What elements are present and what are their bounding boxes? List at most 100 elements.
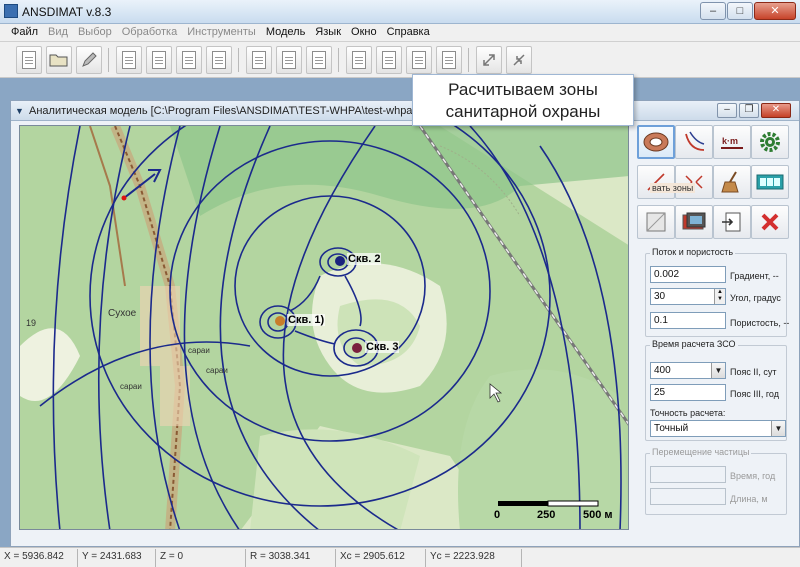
menu-tools[interactable]: Инструменты	[182, 24, 261, 41]
menu-view[interactable]: Вид	[43, 24, 73, 41]
menu-select[interactable]: Выбор	[73, 24, 117, 41]
new-file-icon	[22, 51, 36, 69]
child-minimize-button[interactable]: –	[717, 103, 737, 118]
particle-track-tool[interactable]	[637, 165, 675, 199]
well-3-marker[interactable]	[352, 343, 362, 353]
angle-spinner[interactable]: ▲ ▼	[714, 289, 725, 304]
doc-tool-9-button[interactable]	[376, 46, 402, 74]
doc-tool-10-button[interactable]	[436, 46, 462, 74]
status-bar: X = 5936.842 Y = 2431.683 Z = 0 R = 3038…	[0, 547, 800, 567]
calc-zones-label: вать зоны	[650, 183, 696, 193]
svg-text:k·m: k·m	[722, 136, 738, 146]
status-x: X = 5936.842	[0, 549, 78, 567]
tooltip-line-2: санитарной охраны	[445, 102, 601, 121]
chevron-down-icon[interactable]: ▼	[711, 363, 725, 378]
window-controls: – □ ✕	[700, 2, 796, 20]
film-icon	[756, 174, 784, 190]
angle-input[interactable]: 30 ▲ ▼	[650, 288, 726, 305]
pencil-icon	[82, 52, 97, 67]
status-xc: Xc = 2905.612	[336, 549, 426, 567]
streamline-tool[interactable]	[675, 125, 713, 159]
expand-button[interactable]	[476, 46, 502, 74]
belt3-input[interactable]: 25	[650, 384, 726, 401]
well-2-marker[interactable]	[335, 256, 345, 266]
gradient-input[interactable]: 0.002	[650, 266, 726, 283]
document-pause-icon	[312, 51, 326, 69]
zso-time-group: Время расчета ЗСО 400 ▼ Пояс II, сут 25 …	[645, 339, 787, 441]
belt2-select[interactable]: 400 ▼	[650, 362, 726, 379]
status-r: R = 3038.341	[246, 549, 336, 567]
chevron-down-icon[interactable]: ▼	[771, 421, 785, 436]
window-menu-icon[interactable]: ▼	[15, 106, 24, 116]
menu-bar: Файл Вид Выбор Обработка Инструменты Мод…	[0, 24, 800, 42]
export-icon	[722, 212, 741, 232]
status-z: Z = 0	[156, 549, 246, 567]
well-model-icon	[643, 132, 669, 152]
calc-zones-tool[interactable]	[675, 165, 713, 199]
menu-file[interactable]: Файл	[6, 24, 43, 41]
clear-tool[interactable]	[713, 165, 751, 199]
grid-tool[interactable]	[637, 205, 675, 239]
doc-tool-2-button[interactable]	[146, 46, 172, 74]
doc-tool-4-button[interactable]	[206, 46, 232, 74]
place-label: Сухое	[108, 308, 137, 319]
new-file-button[interactable]	[16, 46, 42, 74]
grid-icon	[646, 212, 666, 232]
well-model-tool[interactable]	[637, 125, 675, 159]
particle-length-input[interactable]	[650, 488, 726, 505]
porosity-input[interactable]: 0.1	[650, 312, 726, 329]
map-canvas[interactable]: Скв. 2 Скв. 1) Скв. 3 Сухое сараи сараи …	[19, 125, 629, 530]
menu-processing[interactable]: Обработка	[117, 24, 182, 41]
scale-label-0: 0	[494, 509, 501, 521]
particle-move-group: Перемещение частицы Время, год Длина, м	[645, 447, 787, 515]
status-yc: Yc = 2223.928	[426, 549, 522, 567]
minimize-button[interactable]: –	[700, 2, 726, 20]
doc-tool-1-button[interactable]	[116, 46, 142, 74]
document-chart-icon	[352, 51, 366, 69]
particle-length-label: Длина, м	[730, 494, 768, 504]
flow-porosity-legend: Поток и пористость	[650, 247, 736, 257]
delete-icon	[761, 213, 779, 231]
maximize-button[interactable]: □	[727, 2, 753, 20]
km-tool[interactable]: k·m	[713, 125, 751, 159]
document-edit-icon	[282, 51, 296, 69]
text-tool-button[interactable]	[406, 46, 432, 74]
particle-time-input[interactable]	[650, 466, 726, 483]
menu-model[interactable]: Модель	[261, 24, 310, 41]
open-file-button[interactable]	[46, 46, 72, 74]
flow-porosity-group: Поток и пористость 0.002 Градиент, -- 30…	[645, 247, 790, 337]
child-close-button[interactable]: ✕	[761, 103, 791, 118]
folder-open-icon	[49, 54, 68, 67]
image-tool[interactable]	[675, 205, 713, 239]
porosity-label: Пористость, --	[730, 318, 790, 328]
doc-tool-6-button[interactable]	[276, 46, 302, 74]
tooltip: Расчитываем зоны санитарной охраны	[412, 74, 634, 126]
scale-label-500: 500 м	[583, 509, 613, 521]
settings-tool[interactable]	[751, 125, 789, 159]
scale-label-250: 250	[537, 509, 556, 521]
close-button[interactable]: ✕	[754, 2, 796, 20]
belt3-label: Пояс III, год	[730, 389, 779, 399]
doc-tool-3-button[interactable]	[176, 46, 202, 74]
place-label: сараи	[206, 366, 228, 375]
film-tool[interactable]	[751, 165, 789, 199]
menu-window[interactable]: Окно	[346, 24, 382, 41]
app-title: ANSDIMAT v.8.3	[22, 5, 112, 19]
tooltip-line-1: Расчитываем зоны	[448, 80, 598, 99]
doc-tool-8-button[interactable]	[346, 46, 372, 74]
export-tool[interactable]	[713, 205, 751, 239]
well-1-marker[interactable]	[275, 316, 285, 326]
precision-select[interactable]: Точный ▼	[650, 420, 786, 437]
angle-value: 30	[654, 291, 666, 302]
doc-tool-7-button[interactable]	[306, 46, 332, 74]
shrink-button[interactable]	[506, 46, 532, 74]
edit-button[interactable]	[76, 46, 102, 74]
document-icon	[182, 51, 196, 69]
angle-label: Угол, градус	[730, 293, 781, 303]
gradient-label: Градиент, --	[730, 271, 779, 281]
menu-help[interactable]: Справка	[382, 24, 435, 41]
delete-tool[interactable]	[751, 205, 789, 239]
menu-language[interactable]: Язык	[310, 24, 346, 41]
doc-tool-5-button[interactable]	[246, 46, 272, 74]
child-restore-button[interactable]: ❐	[739, 103, 759, 118]
